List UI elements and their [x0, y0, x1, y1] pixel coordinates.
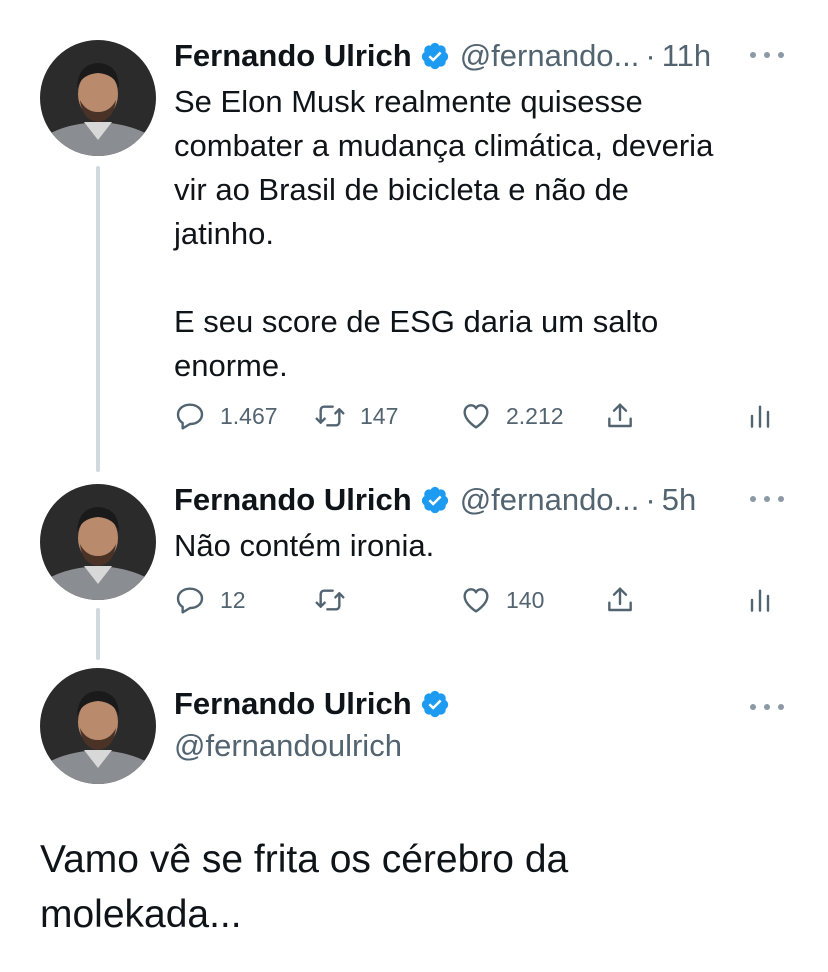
tweet-text: Se Elon Musk realmente quisesse combater… [174, 84, 714, 383]
author-handle[interactable]: @fernandoulrich [174, 728, 402, 764]
reply-button[interactable]: 12 [174, 580, 246, 620]
avatar[interactable] [40, 484, 156, 600]
avatar[interactable] [40, 668, 156, 784]
caption-text: Vamo vê se frita os cérebro da molekada.… [40, 838, 569, 936]
reply-icon [176, 403, 204, 430]
timestamp[interactable]: 11h [662, 38, 711, 74]
analytics-button[interactable] [744, 580, 776, 620]
avatar-image [40, 40, 156, 156]
tweet-text: Não contém ironia. [174, 528, 435, 563]
reply-button[interactable]: 1.467 [174, 396, 278, 436]
retweet-count: 147 [360, 402, 399, 429]
author-handle[interactable]: @fernando... [460, 38, 640, 74]
tweet-actions: 12 140 [174, 580, 774, 620]
share-icon [608, 403, 632, 428]
tweet-header: Fernando Ulrich [174, 684, 788, 724]
share-icon [608, 587, 632, 612]
timestamp[interactable]: 5h [662, 482, 696, 518]
share-button[interactable] [604, 580, 636, 620]
reply-icon [176, 587, 204, 614]
like-count: 2.212 [506, 402, 564, 429]
verified-badge-icon [421, 486, 448, 514]
retweet-button[interactable]: 147 [314, 396, 398, 436]
verified-badge-icon [421, 690, 448, 718]
more-options-icon[interactable] [750, 50, 784, 60]
avatar-image [40, 668, 156, 784]
verified-badge-icon [421, 42, 448, 70]
author-handle[interactable]: @fernando... [460, 482, 640, 518]
thread-line [96, 166, 100, 472]
author-name[interactable]: Fernando Ulrich [174, 686, 412, 722]
more-options-icon[interactable] [750, 702, 784, 712]
more-options-icon[interactable] [750, 494, 784, 504]
tweet-actions: 1.467 147 2.212 [174, 396, 774, 436]
retweet-button[interactable] [314, 580, 360, 620]
like-button[interactable]: 140 [460, 580, 544, 620]
like-button[interactable]: 2.212 [460, 396, 564, 436]
author-name[interactable]: Fernando Ulrich [174, 482, 412, 518]
analytics-icon [750, 405, 770, 428]
share-button[interactable] [604, 396, 636, 436]
analytics-icon [750, 589, 770, 612]
retweet-icon [315, 405, 345, 427]
author-name[interactable]: Fernando Ulrich [174, 38, 412, 74]
avatar[interactable] [40, 40, 156, 156]
reply-count: 12 [220, 586, 246, 613]
heart-icon [463, 588, 489, 613]
retweet-icon [315, 589, 345, 611]
thread-line [96, 608, 100, 660]
like-count: 140 [506, 586, 545, 613]
analytics-button[interactable] [744, 396, 776, 436]
tweet-header: Fernando Ulrich @fernando... · 11h [174, 36, 788, 76]
tweet-header: Fernando Ulrich @fernando... · 5h [174, 480, 788, 520]
reply-count: 1.467 [220, 402, 278, 429]
separator-dot: · [645, 38, 656, 73]
separator-dot: · [645, 482, 656, 517]
heart-icon [463, 404, 489, 429]
avatar-image [40, 484, 156, 600]
